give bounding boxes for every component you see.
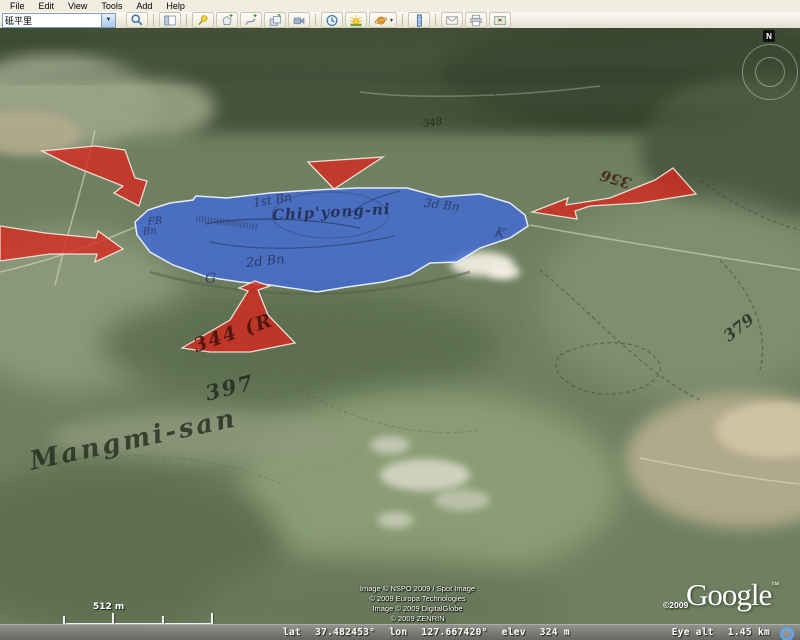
search-input[interactable] (3, 13, 101, 27)
planets-button[interactable]: ▾ (369, 12, 397, 28)
menu-item-view[interactable]: View (61, 1, 94, 11)
status-eye-altitude: Eye alt 1.45 km (672, 627, 770, 638)
menu-bar: File Edit View Tools Add Help (0, 0, 800, 12)
record-tour-button[interactable] (288, 12, 310, 28)
imagery-credits: Image © NSPO 2009 / Spot Image © 2009 Eu… (300, 584, 535, 624)
show-sidebar-button[interactable] (159, 12, 181, 28)
toolbar-separator (153, 14, 154, 26)
search-icon (131, 14, 143, 26)
toolbar-separator (435, 14, 436, 26)
status-coordinates: lat 37.482453° lon 127.667420° elev 324 … (283, 627, 578, 638)
chevron-down-icon: ▾ (389, 17, 393, 24)
tour-camera-icon (293, 17, 305, 24)
scale-bar: 512 m (63, 602, 213, 624)
print-button[interactable] (465, 12, 487, 28)
attack-arrow-south[interactable] (180, 280, 297, 353)
menu-item-edit[interactable]: Edit (32, 1, 62, 11)
lat-label: lat (283, 627, 302, 638)
image-overlay-icon (269, 13, 282, 26)
clock-icon (326, 14, 338, 26)
add-placemark-button[interactable] (192, 12, 214, 28)
ruler-button[interactable] (408, 12, 430, 28)
lat-value: 37.482453° (315, 627, 376, 638)
lon-label: lon (389, 627, 408, 638)
envelope-icon (446, 15, 458, 25)
add-image-overlay-button[interactable] (264, 12, 286, 28)
lon-value: 127.667420° (421, 627, 488, 638)
scale-tick (162, 616, 164, 624)
pushpin-icon (198, 14, 208, 25)
attack-arrow-east[interactable] (529, 167, 698, 220)
path-icon (245, 13, 257, 25)
google-logo-text: Google (686, 577, 772, 612)
north-button[interactable]: N (763, 30, 775, 42)
toolbar-separator (186, 14, 187, 26)
scale-tick (211, 613, 213, 624)
scale-tick (112, 613, 114, 624)
elev-label: elev (501, 627, 526, 638)
credit-line: Image © 2009 DigitalGlobe (372, 604, 463, 613)
sunlight-button[interactable] (345, 12, 367, 28)
attack-arrow-north[interactable] (306, 156, 386, 190)
kml-overlays-layer (0, 145, 698, 353)
credit-line: Image © NSPO 2009 / Spot Image (359, 584, 476, 593)
menu-item-help[interactable]: Help (159, 1, 192, 11)
search-button[interactable] (126, 12, 148, 28)
streaming-indicator-icon (780, 627, 794, 640)
search-dropdown-button[interactable]: ▼ (101, 13, 115, 27)
credit-line: © 2009 Europa Technologies (369, 594, 466, 603)
polygon-icon (222, 13, 233, 25)
attack-arrow-northwest[interactable] (39, 145, 148, 207)
email-button[interactable] (441, 12, 463, 28)
menu-item-file[interactable]: File (3, 1, 32, 11)
map-icon (494, 15, 506, 25)
eye-alt-value: 1.45 km (727, 627, 770, 638)
printer-icon (470, 14, 482, 26)
ruler-icon (416, 13, 422, 27)
menu-item-tools[interactable]: Tools (94, 1, 129, 11)
logo-copyright: ©2009 (663, 600, 689, 610)
view-in-maps-button[interactable] (489, 12, 511, 28)
historical-imagery-button[interactable] (321, 12, 343, 28)
credit-line: © 2009 ZENRIN (390, 614, 445, 623)
eye-alt-label: Eye alt (671, 627, 714, 638)
blue-perimeter-polygon[interactable] (134, 187, 529, 293)
saturn-planet-icon (374, 15, 388, 25)
scale-tick (63, 616, 65, 624)
toolbar-separator (402, 14, 403, 26)
elev-value: 324 m (539, 627, 570, 638)
toolbar-separator (315, 14, 316, 26)
search-combobox: ▼ (2, 12, 116, 28)
scale-label: 512 m (93, 602, 125, 612)
earth-viewport[interactable]: Chip'yong-ni 1st Bn 3d Bn FR Bn 2d Bn G … (0, 28, 800, 640)
compass-inner-ring[interactable] (755, 57, 785, 87)
add-polygon-button[interactable] (216, 12, 238, 28)
google-earth-window: { "colors": { "overlay_blue": "#4169d8",… (0, 0, 800, 640)
sidebar-panel-icon (164, 15, 176, 25)
google-logo: Google™ (686, 577, 779, 613)
sun-icon (350, 14, 362, 26)
menu-item-add[interactable]: Add (129, 1, 159, 11)
trademark-symbol: ™ (771, 580, 780, 589)
toolbar: ▼ (0, 12, 800, 29)
status-bar: lat 37.482453° lon 127.667420° elev 324 … (0, 624, 800, 640)
attack-arrow-west[interactable] (0, 225, 125, 264)
add-path-button[interactable] (240, 12, 262, 28)
